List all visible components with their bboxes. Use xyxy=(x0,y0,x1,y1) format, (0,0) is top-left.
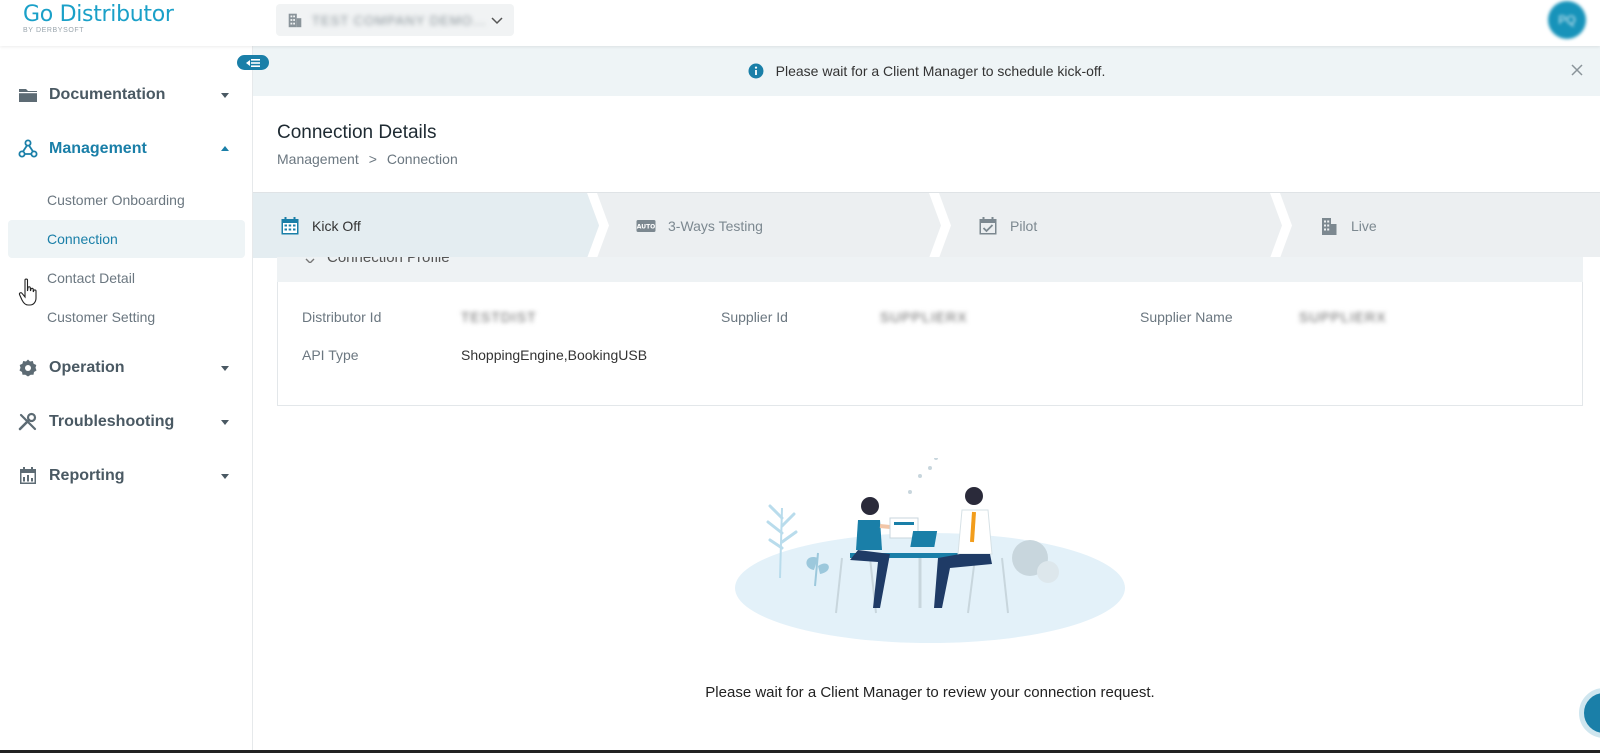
distributor-id-value: TESTDIST xyxy=(461,309,537,325)
sidebar-collapse-button[interactable] xyxy=(237,55,269,70)
hand-cursor-icon xyxy=(18,278,37,306)
caret-up-icon xyxy=(221,146,229,151)
auto-icon: AUTO xyxy=(636,219,656,232)
calendar-icon xyxy=(281,216,299,234)
caret-down-icon xyxy=(221,420,229,425)
logo-title: Go Distributor xyxy=(23,2,174,27)
caret-down-icon xyxy=(221,93,229,98)
api-type-label: API Type xyxy=(302,347,359,363)
chevron-down-icon xyxy=(305,258,315,263)
top-bar: Go Distributor BY DERBYSOFT TEST COMPANY… xyxy=(0,0,1600,46)
meeting-illustration xyxy=(735,458,1125,643)
caret-down-icon xyxy=(221,474,229,479)
gear-icon xyxy=(19,359,37,377)
sidebar-item-customer-onboarding[interactable]: Customer Onboarding xyxy=(8,181,245,219)
empty-state-message: Please wait for a Client Manager to revi… xyxy=(705,684,1155,701)
step-pilot[interactable]: Pilot xyxy=(978,193,1037,258)
folder-icon xyxy=(19,89,37,102)
building-icon xyxy=(1322,217,1337,235)
supplier-name-value: SUPPLIERX xyxy=(1299,309,1387,325)
wrench-icon xyxy=(18,412,37,431)
distributor-id-label: Distributor Id xyxy=(302,309,382,325)
step-label: 3-Ways Testing xyxy=(668,217,763,234)
step-label: Kick Off xyxy=(312,217,361,234)
info-banner: Please wait for a Client Manager to sche… xyxy=(253,46,1600,96)
sidebar-group-troubleshooting[interactable]: Troubleshooting xyxy=(0,402,253,442)
step-live[interactable]: Live xyxy=(1319,193,1377,258)
banner-message: Please wait for a Client Manager to sche… xyxy=(775,63,1106,79)
page-title: Connection Details xyxy=(277,122,437,143)
sidebar-group-label: Documentation xyxy=(49,86,166,103)
sidebar-item-customer-setting[interactable]: Customer Setting xyxy=(8,298,245,336)
calendar-chart-icon xyxy=(20,467,36,484)
breadcrumb-separator: > xyxy=(368,151,377,167)
building-icon xyxy=(288,13,302,28)
app-logo[interactable]: Go Distributor BY DERBYSOFT xyxy=(23,2,174,34)
step-label: Live xyxy=(1351,217,1377,234)
sidebar-item-contact-detail[interactable]: Contact Detail xyxy=(8,259,245,297)
sidebar-group-documentation[interactable]: Documentation xyxy=(0,75,253,115)
collapse-menu-icon xyxy=(246,58,260,67)
progress-stepper: Kick Off AUTO 3-Ways Testing Pilot Live xyxy=(253,192,1600,258)
step-kick-off[interactable]: Kick Off xyxy=(280,193,361,258)
sidebar-group-label: Operation xyxy=(49,359,125,376)
user-avatar[interactable]: PQ xyxy=(1548,1,1586,39)
connection-profile-title: Connection Profile xyxy=(327,257,450,266)
company-selector[interactable]: TEST COMPANY DEMO... xyxy=(276,4,514,36)
step-separator-arrow xyxy=(587,193,609,258)
breadcrumb-item-management[interactable]: Management xyxy=(277,151,359,167)
sidebar-group-label: Troubleshooting xyxy=(49,413,175,430)
step-separator-arrow xyxy=(929,193,951,258)
step-3-ways-testing[interactable]: AUTO 3-Ways Testing xyxy=(636,193,763,258)
sidebar-group-management[interactable]: Management xyxy=(0,129,253,169)
supplier-id-label: Supplier Id xyxy=(721,309,788,325)
sidebar-group-label: Reporting xyxy=(49,467,125,484)
supplier-name-label: Supplier Name xyxy=(1140,309,1233,325)
sidebar-group-reporting[interactable]: Reporting xyxy=(0,456,253,496)
step-separator-arrow xyxy=(1270,193,1292,258)
sidebar-item-connection[interactable]: Connection xyxy=(8,220,245,258)
info-icon xyxy=(748,63,764,79)
chevron-down-icon xyxy=(491,17,503,25)
sidebar-group-label: Management xyxy=(49,140,147,157)
sidebar-group-operation[interactable]: Operation xyxy=(0,348,253,388)
caret-down-icon xyxy=(221,366,229,371)
supplier-id-value: SUPPLIERX xyxy=(880,309,968,325)
close-icon[interactable] xyxy=(1570,63,1584,77)
step-label: Pilot xyxy=(1010,217,1038,234)
hub-icon xyxy=(18,139,38,158)
breadcrumb: Management > Connection xyxy=(277,151,458,167)
breadcrumb-item-connection: Connection xyxy=(386,151,458,167)
api-type-value: ShoppingEngine,BookingUSB xyxy=(461,347,648,363)
company-name: TEST COMPANY DEMO... xyxy=(312,12,487,28)
logo-subtitle: BY DERBYSOFT xyxy=(23,27,85,34)
sidebar: Documentation Management Customer Onboar… xyxy=(0,46,253,753)
connection-profile-header[interactable]: Connection Profile xyxy=(277,257,1583,282)
auto-badge-text: AUTO xyxy=(637,223,656,230)
calendar-check-icon xyxy=(979,216,997,234)
